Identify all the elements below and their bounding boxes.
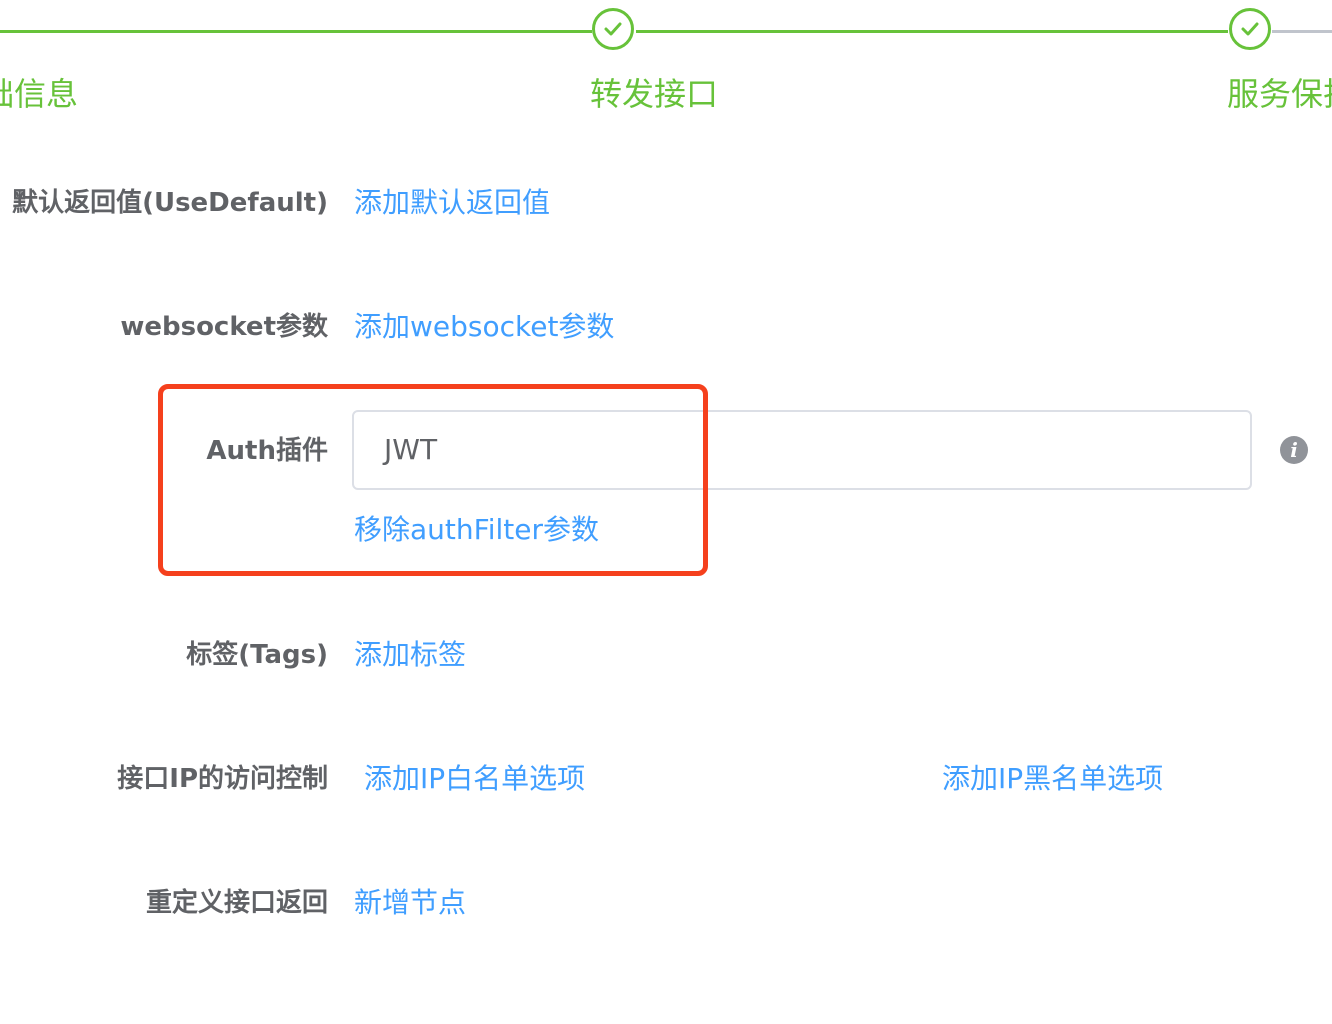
step-3-check-icon [1229, 8, 1271, 50]
ip-control-label: 接口IP的访问控制 [117, 764, 328, 794]
step-1-title: 础信息 [0, 75, 79, 113]
info-icon[interactable]: i [1280, 436, 1308, 464]
add-tag-button[interactable]: 添加标签 [354, 637, 466, 673]
redefine-return-label: 重定义接口返回 [145, 888, 328, 918]
auth-plugin-label: Auth插件 [206, 436, 328, 466]
tags-label: 标签(Tags) [186, 640, 328, 670]
step-connector-1 [0, 30, 592, 33]
auth-plugin-value: JWT [384, 433, 438, 466]
step-2-check-icon [592, 8, 634, 50]
step-connector-3 [1272, 30, 1332, 33]
step-connector-2 [636, 30, 1228, 33]
websocket-label: websocket参数 [120, 312, 328, 342]
step-3-title: 服务保护 [1227, 75, 1332, 113]
add-node-button[interactable]: 新增节点 [354, 885, 466, 921]
add-websocket-param-button[interactable]: 添加websocket参数 [354, 309, 614, 345]
auth-plugin-select[interactable]: JWT [352, 410, 1252, 490]
add-ip-whitelist-button[interactable]: 添加IP白名单选项 [364, 761, 585, 797]
step-2-title: 转发接口 [590, 75, 719, 113]
use-default-label: 默认返回值(UseDefault) [12, 188, 328, 218]
remove-auth-filter-button[interactable]: 移除authFilter参数 [354, 512, 599, 548]
add-default-return-button[interactable]: 添加默认返回值 [354, 185, 550, 221]
add-ip-blacklist-button[interactable]: 添加IP黑名单选项 [942, 761, 1163, 797]
